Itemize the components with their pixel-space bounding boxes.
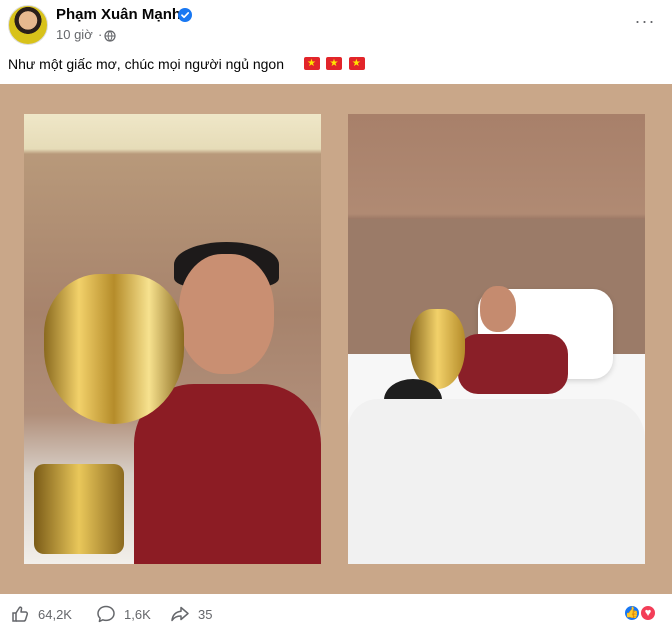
globe-icon: [104, 30, 116, 42]
comments-count[interactable]: 1,6K: [124, 607, 151, 622]
red-jersey: [134, 384, 321, 564]
vietnam-flag-icon: ★: [326, 57, 343, 70]
likes-count[interactable]: 64,2K: [38, 607, 72, 622]
love-reaction-icon: ♥: [639, 604, 657, 622]
flag-emojis: ★ ★ ★: [304, 57, 367, 71]
like-action[interactable]: 64,2K: [10, 604, 72, 624]
thumbs-up-icon: [12, 606, 29, 622]
red-jersey: [458, 334, 568, 394]
meta-separator: ·: [98, 27, 103, 42]
comment-bubble-icon: [97, 605, 115, 623]
share-action[interactable]: 35: [170, 604, 212, 624]
post-caption: Như một giấc mơ, chúc mọi người ngủ ngon: [8, 56, 285, 72]
more-options-icon[interactable]: ···: [630, 10, 660, 38]
photo-trophy-selfie[interactable]: [24, 114, 321, 564]
post-time[interactable]: 10 giờ: [56, 27, 93, 42]
post-actions: 64,2K 1,6K 35 👍 ♥: [0, 596, 672, 630]
like-reaction-icon: 👍: [623, 604, 641, 622]
post-header: Phạm Xuân Mạnh 10 giờ · ···: [0, 0, 672, 50]
share-arrow-icon: [171, 606, 189, 622]
vietnam-flag-icon: ★: [348, 57, 365, 70]
shares-count[interactable]: 35: [198, 607, 212, 622]
comment-action[interactable]: 1,6K: [96, 604, 151, 624]
verified-badge-icon: [178, 8, 192, 22]
reaction-summary[interactable]: 👍 ♥: [623, 604, 663, 624]
trophy-base: [34, 464, 124, 554]
author-name[interactable]: Phạm Xuân Mạnh: [56, 6, 181, 23]
vietnam-flag-icon: ★: [304, 57, 320, 70]
photo-sleeping-with-trophy[interactable]: [348, 114, 645, 564]
sleeping-player-face: [480, 286, 516, 332]
trophy: [410, 309, 465, 389]
author-avatar[interactable]: [8, 5, 48, 45]
post-media[interactable]: [0, 84, 672, 594]
white-blanket: [348, 399, 645, 564]
player-face: [179, 254, 274, 374]
trophy-cup: [44, 274, 184, 424]
